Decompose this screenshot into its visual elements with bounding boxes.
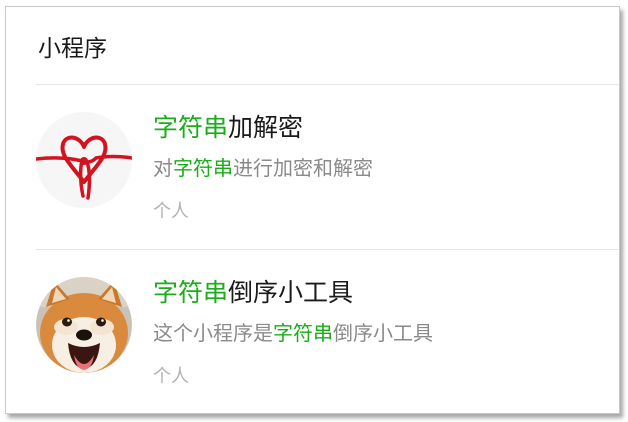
desc-pre: 这个小程序是 bbox=[153, 321, 273, 345]
name-rest: 加解密 bbox=[228, 113, 304, 142]
mini-program-item-string-reverse[interactable]: 字符串倒序小工具 这个小程序是字符串倒序小工具 个人 bbox=[6, 262, 619, 412]
name-highlight: 字符串 bbox=[153, 278, 229, 307]
mini-program-type: 个人 bbox=[153, 366, 189, 387]
mini-program-name: 字符串加解密 bbox=[153, 111, 303, 145]
mini-program-item-string-encrypt[interactable]: 字符串加解密 对字符串进行加密和解密 个人 bbox=[6, 97, 619, 247]
mini-program-description: 这个小程序是字符串倒序小工具 bbox=[153, 319, 433, 347]
divider bbox=[36, 249, 619, 250]
desc-highlight: 字符串 bbox=[173, 156, 233, 180]
desc-pre: 对 bbox=[153, 156, 173, 180]
desc-post: 倒序小工具 bbox=[333, 321, 433, 345]
name-rest: 倒序小工具 bbox=[228, 278, 354, 307]
divider bbox=[36, 84, 619, 85]
mini-program-name: 字符串倒序小工具 bbox=[153, 276, 353, 310]
search-results-panel: 小程序 字符串加解密 对字符串进行加密和解密 个人 字符串倒序小工具 这个小程序… bbox=[5, 6, 620, 414]
mini-program-type: 个人 bbox=[153, 201, 189, 222]
red-heart-knot-icon bbox=[36, 112, 132, 208]
desc-highlight: 字符串 bbox=[273, 321, 333, 345]
name-highlight: 字符串 bbox=[153, 113, 229, 142]
shiba-dog-avatar bbox=[36, 277, 132, 373]
mini-program-description: 对字符串进行加密和解密 bbox=[153, 154, 373, 182]
desc-post: 进行加密和解密 bbox=[233, 156, 373, 180]
section-title: 小程序 bbox=[38, 36, 107, 62]
